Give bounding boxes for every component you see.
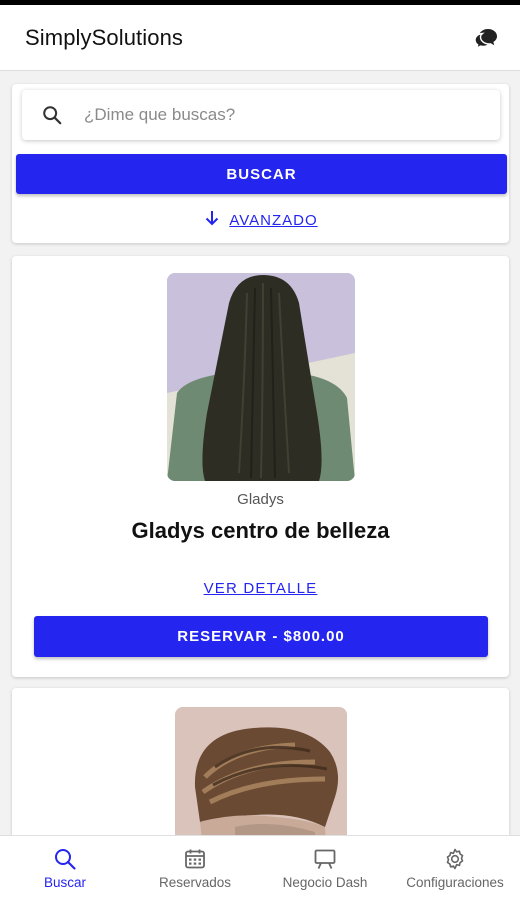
nav-item-buscar[interactable]: Buscar xyxy=(0,836,130,900)
gear-icon xyxy=(443,847,467,871)
nav-label-reservados: Reservados xyxy=(158,874,232,890)
nav-item-negocio-dash[interactable]: Negocio Dash xyxy=(260,836,390,900)
search-icon xyxy=(53,847,77,871)
nav-item-reservados[interactable]: Reservados xyxy=(130,836,260,900)
search-card: BUSCAR AVANZADO xyxy=(12,84,509,243)
nav-label-configuraciones: Configuraciones xyxy=(406,874,504,890)
result-card: Gladys Gladys centro de belleza VER DETA… xyxy=(12,256,509,677)
mens-haircut-photo[interactable] xyxy=(175,707,347,835)
reserve-button[interactable]: RESERVAR - $800.00 xyxy=(34,616,488,657)
search-box[interactable] xyxy=(22,90,500,140)
nav-label-negocio-dash: Negocio Dash xyxy=(282,874,368,890)
search-icon xyxy=(40,103,64,127)
advanced-search-label: AVANZADO xyxy=(229,211,318,229)
app-title: SimplySolutions xyxy=(25,24,184,50)
chat-bubbles-icon[interactable] xyxy=(472,24,500,52)
service-title: Gladys centro de belleza xyxy=(131,518,390,543)
long-straight-hair-photo[interactable] xyxy=(167,273,355,481)
easel-icon xyxy=(313,847,337,871)
view-detail-link[interactable]: VER DETALLE xyxy=(12,580,509,597)
result-card xyxy=(12,688,509,835)
arrow-down-icon xyxy=(203,209,221,232)
bottom-navigation: Buscar Reservados Negocio Dash Configura… xyxy=(0,835,520,900)
main-content: BUSCAR AVANZADO Gladys Gladys centro xyxy=(0,72,520,835)
provider-name: Gladys xyxy=(237,491,284,508)
advanced-search-link[interactable]: AVANZADO xyxy=(12,208,509,232)
nav-item-configuraciones[interactable]: Configuraciones xyxy=(390,836,520,900)
app-bar: SimplySolutions xyxy=(0,5,520,71)
nav-label-buscar: Buscar xyxy=(43,874,87,890)
search-button[interactable]: BUSCAR xyxy=(16,154,507,194)
calendar-icon xyxy=(183,847,207,871)
search-input[interactable] xyxy=(84,105,464,125)
